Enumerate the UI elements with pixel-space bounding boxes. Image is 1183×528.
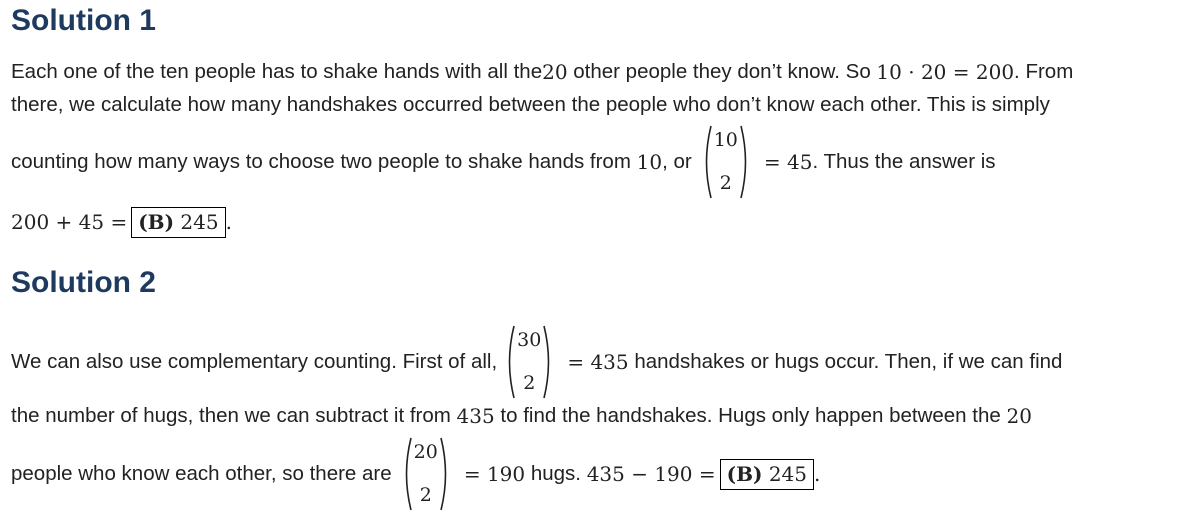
period: . xyxy=(225,210,232,234)
math: 20 xyxy=(1006,404,1032,429)
text: , or xyxy=(662,149,692,173)
binom-top: 20 xyxy=(413,441,438,463)
right-paren xyxy=(740,125,747,199)
answer-value: 245 xyxy=(180,209,219,234)
binom-bottom: 2 xyxy=(719,172,732,194)
solution-1-heading: Solution 1 xyxy=(11,4,156,37)
solution-1-line-2: there, we calculate how many handshakes … xyxy=(11,93,1050,116)
math: = 190 xyxy=(463,462,526,486)
binom-top: 30 xyxy=(517,329,542,351)
text: . From xyxy=(1014,60,1074,83)
answer-value: 245 xyxy=(768,461,808,486)
binom-top: 10 xyxy=(713,129,738,151)
binom-bottom: 2 xyxy=(523,372,536,394)
answer-letter: (B) xyxy=(726,461,763,486)
math: = 435 xyxy=(567,350,629,374)
text: handshakes or hugs occur. Then, if we ca… xyxy=(628,349,1063,373)
text: Each one of the ten people has to shake … xyxy=(11,60,543,83)
text: there, we calculate how many handshakes … xyxy=(11,93,1050,116)
solution-2-line-1: We can also use complementary counting. … xyxy=(11,322,1062,402)
text: people who know each other, so there are xyxy=(11,461,392,485)
text: other people they don’t know. So xyxy=(567,60,877,83)
left-paren xyxy=(508,325,515,399)
text: to find the handshakes. Hugs only happen… xyxy=(494,404,1007,427)
solution-2-heading: Solution 2 xyxy=(11,266,156,299)
text: We can also use complementary counting. … xyxy=(11,349,498,373)
math: 435 xyxy=(456,404,495,429)
math: 10 · 20 = 200 xyxy=(876,60,1015,85)
math: 20 xyxy=(542,60,568,85)
text: counting how many ways to choose two peo… xyxy=(11,149,637,173)
solution-1-line-3: counting how many ways to choose two peo… xyxy=(11,122,996,202)
binomial-10-choose-2: 10 2 xyxy=(702,125,750,199)
math: = 45 xyxy=(763,150,813,174)
math: 435 − 190 = xyxy=(586,462,716,486)
text: the number of hugs, then we can subtract… xyxy=(11,404,457,427)
text: hugs. xyxy=(525,461,587,485)
solution-2-line-3: people who know each other, so there are… xyxy=(11,434,820,514)
solution-1-line-1: Each one of the ten people has to shake … xyxy=(11,60,1074,85)
binom-bottom: 2 xyxy=(419,484,432,506)
text: . Thus the answer is xyxy=(812,149,996,173)
left-paren xyxy=(405,437,412,511)
math: 200 + 45 = xyxy=(11,210,128,234)
left-paren xyxy=(705,125,712,199)
boxed-answer: (B) 245 xyxy=(719,458,815,490)
boxed-answer: (B) 245 xyxy=(131,206,226,238)
period: . xyxy=(814,462,821,486)
solution-2-line-2: the number of hugs, then we can subtract… xyxy=(11,404,1032,429)
binomial-30-choose-2: 30 2 xyxy=(505,325,553,399)
right-paren xyxy=(543,325,550,399)
binomial-20-choose-2: 20 2 xyxy=(402,437,450,511)
math: 10 xyxy=(636,150,663,174)
right-paren xyxy=(440,437,447,511)
answer-letter: (B) xyxy=(138,209,175,234)
solution-1-line-4: 200 + 45 = (B) 245 . xyxy=(11,203,232,241)
